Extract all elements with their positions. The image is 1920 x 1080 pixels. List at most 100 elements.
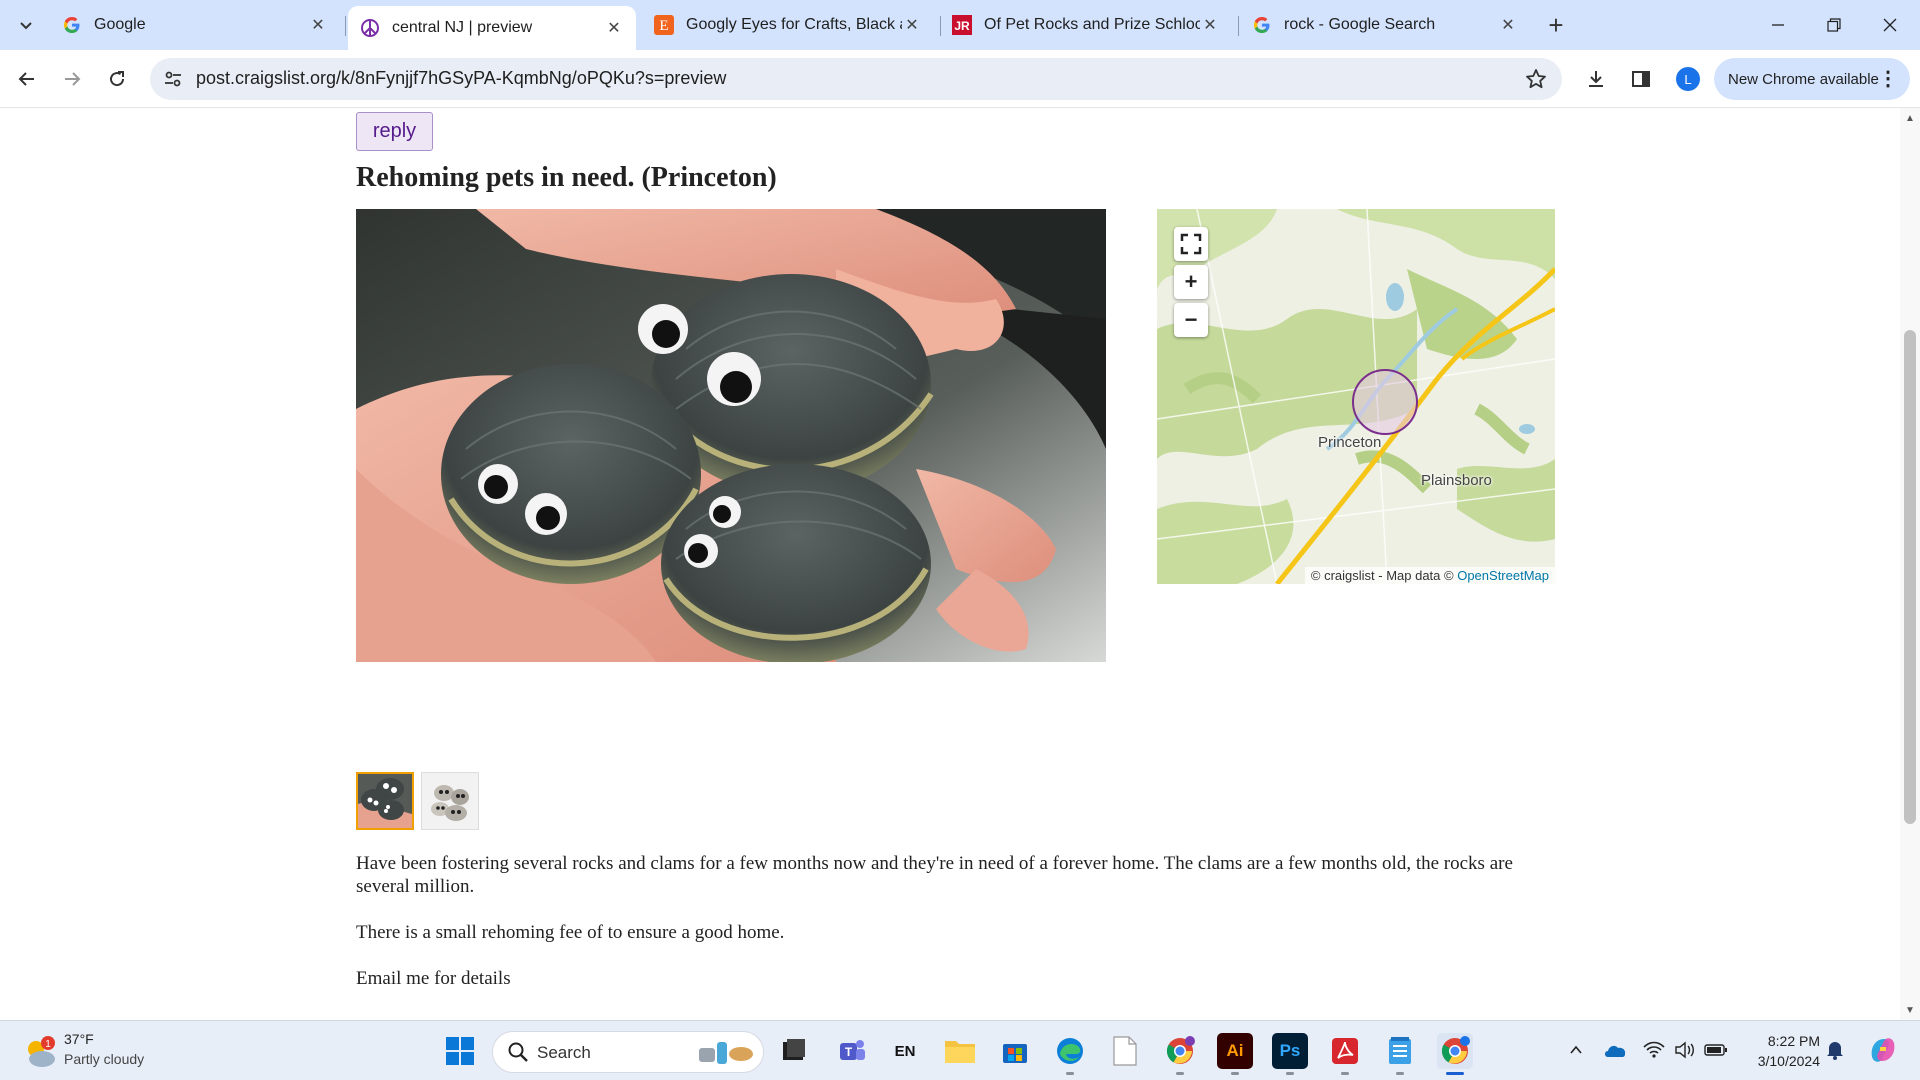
tab-googly-eyes[interactable]: E Googly Eyes for Crafts, Black an ✕ — [642, 7, 934, 43]
image-thumbnail-rocks[interactable] — [421, 772, 479, 830]
zoom-out-button[interactable]: − — [1174, 303, 1208, 337]
new-chrome-available-button[interactable]: New Chrome available ⋮ — [1714, 58, 1910, 100]
file-explorer-icon[interactable] — [776, 1033, 812, 1069]
new-tab-button[interactable]: + — [1540, 9, 1572, 41]
running-indicator — [1286, 1072, 1294, 1075]
site-info-icon[interactable] — [162, 68, 184, 90]
close-icon[interactable]: ✕ — [1498, 15, 1518, 35]
illustrator-icon[interactable]: Ai — [1217, 1033, 1253, 1069]
chrome-profile-icon[interactable] — [1437, 1033, 1473, 1069]
notepad-icon[interactable] — [1382, 1033, 1418, 1069]
clock-time: 8:22 PM — [1767, 1033, 1820, 1049]
search-label: Search — [537, 1043, 591, 1062]
partly-cloudy-icon: 1 — [28, 1036, 55, 1067]
running-indicator — [1066, 1072, 1074, 1075]
system-clock[interactable]: 8:22 PM 3/10/2024 — [1738, 1031, 1820, 1071]
acrobat-icon[interactable] — [1327, 1033, 1363, 1069]
posting-main-image[interactable] — [356, 209, 1106, 662]
tab-title: Of Pet Rocks and Prize Schlock — [984, 16, 1200, 33]
tab-central-nj-preview[interactable]: central NJ | preview ✕ — [348, 6, 636, 50]
etsy-e-icon: E — [654, 15, 674, 35]
close-icon[interactable]: ✕ — [604, 18, 624, 38]
svg-text:JR: JR — [954, 19, 970, 33]
attribution-text: © craigslist - Map data © — [1310, 568, 1454, 583]
downloads-icon[interactable] — [1583, 66, 1609, 92]
battery-icon[interactable] — [1703, 1037, 1729, 1063]
language-icon[interactable]: EN — [887, 1033, 923, 1069]
arrow-right-icon — [65, 72, 81, 86]
notification-bell-icon[interactable] — [1822, 1037, 1848, 1063]
minimize-button[interactable] — [1750, 0, 1806, 50]
chevron-down-icon — [20, 22, 32, 30]
tab-search-button[interactable] — [10, 9, 42, 41]
arrow-left-icon — [18, 72, 34, 86]
bookmark-star-icon[interactable] — [1524, 67, 1548, 91]
chrome-icon[interactable] — [1162, 1033, 1198, 1069]
close-icon[interactable]: ✕ — [1200, 15, 1220, 35]
show-hidden-icons-icon[interactable] — [1563, 1037, 1589, 1063]
google-g-icon — [1252, 15, 1272, 35]
running-indicator — [1396, 1072, 1404, 1075]
file-icon[interactable] — [1107, 1033, 1143, 1069]
svg-text:E: E — [659, 18, 668, 34]
back-button[interactable] — [11, 63, 43, 95]
address-bar[interactable]: post.craigslist.org/k/8nFynjjf7hGSyPA-Kq… — [150, 58, 1562, 100]
store-icon[interactable] — [997, 1033, 1033, 1069]
posting-title: Rehoming pets in need. (Princeton) — [356, 162, 777, 193]
fullscreen-icon — [1180, 233, 1202, 255]
side-panel-icon[interactable] — [1628, 66, 1654, 92]
scroll-up-arrow-icon[interactable]: ▲ — [1904, 112, 1916, 124]
tab-title: Googly Eyes for Crafts, Black an — [686, 16, 902, 33]
windows-taskbar: 1 37°F Partly cloudy Search T EN Ai Ps 8… — [0, 1020, 1920, 1080]
image-thumbnail-clams[interactable] — [356, 772, 414, 830]
teams-icon[interactable]: T — [834, 1033, 870, 1069]
map-label-princeton: Princeton — [1318, 434, 1382, 451]
tab-rock-google-search[interactable]: rock - Google Search ✕ — [1240, 7, 1530, 43]
onedrive-icon[interactable] — [1602, 1037, 1628, 1063]
profile-avatar[interactable]: L — [1676, 67, 1700, 91]
page-content: reply Rehoming pets in need. (Princeton) — [0, 108, 1900, 1020]
restore-button[interactable] — [1806, 0, 1862, 50]
peace-sign-icon — [360, 18, 380, 38]
more-menu-icon[interactable]: ⋮ — [1878, 66, 1898, 91]
wifi-icon[interactable] — [1641, 1037, 1667, 1063]
close-icon[interactable]: ✕ — [902, 15, 922, 35]
reload-icon — [110, 71, 125, 87]
zoom-in-button[interactable]: + — [1174, 265, 1208, 299]
copilot-icon[interactable] — [1866, 1033, 1900, 1067]
running-indicator — [1231, 1072, 1239, 1075]
windows-start-icon[interactable] — [442, 1033, 478, 1069]
posting-body: Have been fostering several rocks and cl… — [356, 852, 1516, 1013]
browser-toolbar: post.craigslist.org/k/8nFynjjf7hGSyPA-Kq… — [0, 50, 1920, 108]
thumbnail-clams-image — [358, 774, 412, 828]
search-highlight-icon — [699, 1042, 753, 1064]
svg-text:T: T — [845, 1045, 853, 1059]
close-icon — [1883, 18, 1897, 32]
forward-button[interactable] — [56, 63, 88, 95]
weather-widget[interactable]: 1 37°F Partly cloudy — [22, 1029, 202, 1073]
tab-separator — [1238, 16, 1239, 36]
weather-condition: Partly cloudy — [64, 1051, 145, 1067]
reload-button[interactable] — [101, 63, 133, 95]
scroll-down-arrow-icon[interactable]: ▼ — [1904, 1004, 1916, 1016]
thumbnail-rocks-image — [422, 773, 478, 829]
fullscreen-button[interactable] — [1174, 227, 1208, 261]
tab-strip: Google ✕ central NJ | preview ✕ E Googly… — [0, 0, 1920, 50]
volume-icon[interactable] — [1672, 1037, 1698, 1063]
edge-icon[interactable] — [1052, 1033, 1088, 1069]
close-icon[interactable]: ✕ — [308, 15, 328, 35]
taskbar-search[interactable]: Search — [492, 1031, 764, 1073]
openstreetmap-link[interactable]: OpenStreetMap — [1457, 568, 1549, 583]
close-window-button[interactable] — [1862, 0, 1918, 50]
map-tiles — [1157, 209, 1555, 584]
folder-icon[interactable] — [942, 1033, 978, 1069]
body-paragraph: There is a small rehoming fee of to ensu… — [356, 922, 785, 943]
vertical-scrollbar[interactable]: ▲ ▼ — [1900, 108, 1920, 1020]
weather-badge: 1 — [45, 1039, 51, 1050]
posting-map[interactable]: + − Princeton Plainsboro © craigslist - … — [1157, 209, 1555, 584]
reply-button[interactable]: reply — [356, 112, 433, 151]
scrollbar-thumb[interactable] — [1904, 330, 1916, 824]
tab-pet-rocks[interactable]: JR Of Pet Rocks and Prize Schlock ✕ — [940, 7, 1232, 43]
tab-google[interactable]: Google ✕ — [50, 7, 340, 43]
photoshop-icon[interactable]: Ps — [1272, 1033, 1308, 1069]
